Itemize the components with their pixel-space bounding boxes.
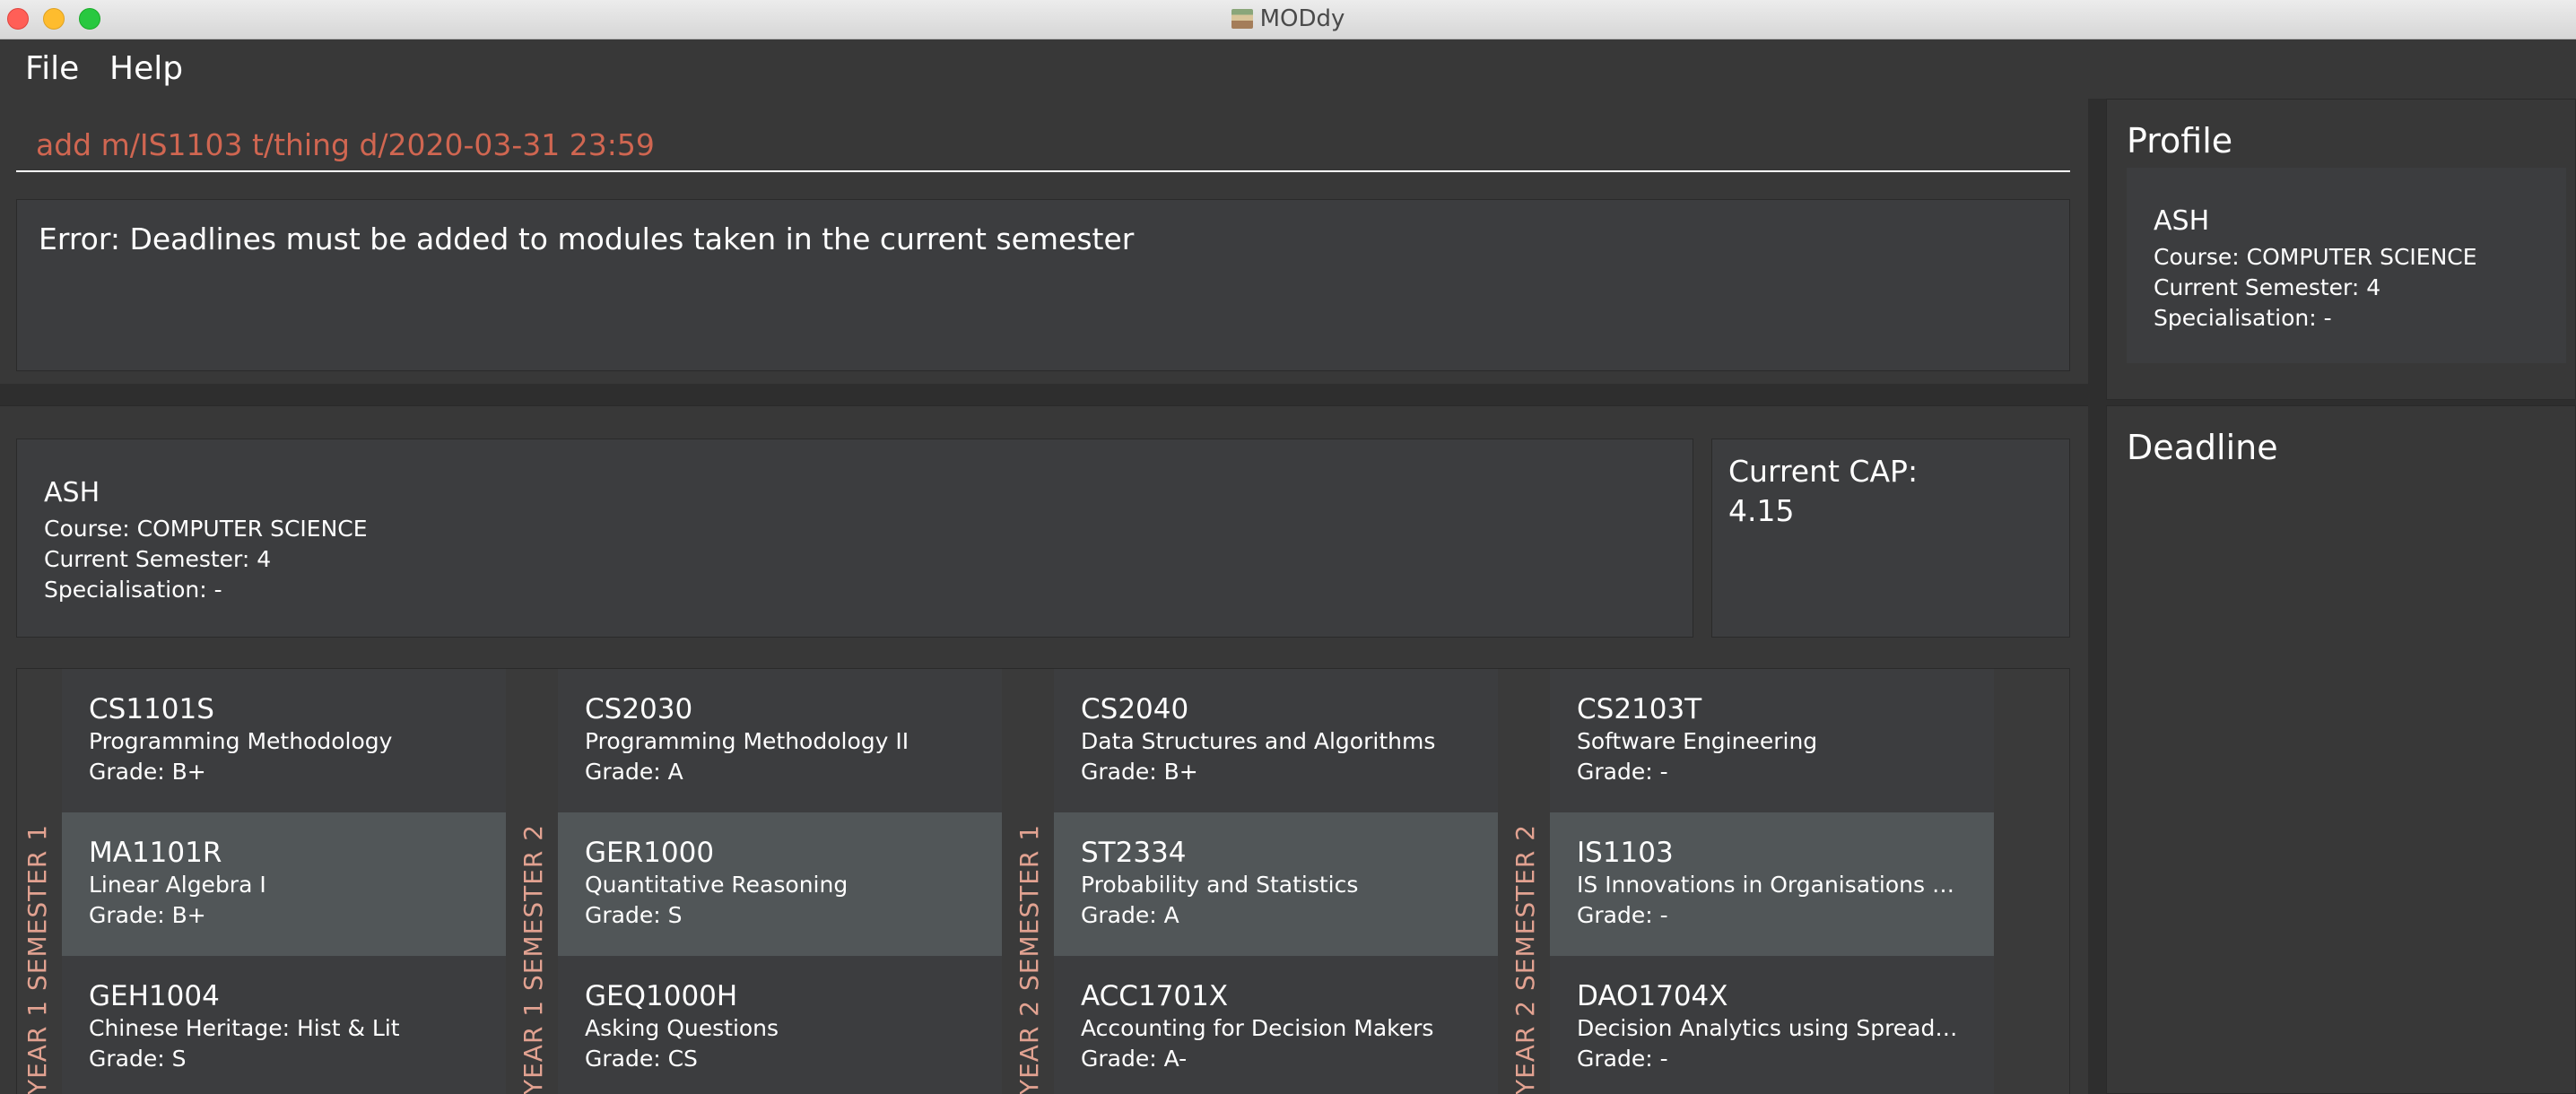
result-message: Error: Deadlines must be added to module…: [16, 199, 2070, 371]
module-title: Quantitative Reasoning: [585, 872, 849, 898]
window-title-text: MODdy: [1259, 5, 1345, 32]
module-code: GEH1004: [89, 980, 220, 1012]
module-grade: Grade: CS: [585, 1046, 698, 1072]
semester-label: YEAR 1 SEMESTER 1: [22, 823, 52, 1094]
module-title: Probability and Statistics: [1081, 872, 1359, 898]
menu-bar: File Help: [0, 39, 2576, 99]
side-profile-card: ASH Course: COMPUTER SCIENCE Current Sem…: [2127, 168, 2566, 363]
module-code: CS2103T: [1577, 693, 1702, 725]
deadline-panel: Deadline: [2106, 405, 2576, 1094]
side-profile-name: ASH: [2154, 205, 2210, 237]
module-code: ST2334: [1081, 837, 1187, 869]
module-grade: Grade: B+: [89, 759, 206, 785]
module-card[interactable]: CS2103T Software Engineering Grade: -: [1550, 669, 1994, 812]
profile-course: Course: COMPUTER SCIENCE: [44, 516, 368, 542]
menu-help[interactable]: Help: [109, 50, 183, 87]
module-title: Programming Methodology: [89, 728, 393, 754]
module-grade: Grade: A: [1081, 902, 1179, 928]
module-card[interactable]: ACC1701X Accounting for Decision Makers …: [1054, 956, 1498, 1094]
module-code: GEQ1000H: [585, 980, 738, 1012]
semester-column: YEAR 2 SEMESTER 2 CS2103T Software Engin…: [1505, 669, 2001, 1094]
module-code: MA1101R: [89, 837, 222, 869]
side-profile-specialisation: Specialisation: -: [2154, 305, 2332, 331]
app-books-icon: [1231, 9, 1253, 29]
module-title: Data Structures and Algorithms: [1081, 728, 1436, 754]
module-code: GER1000: [585, 837, 715, 869]
divider: [0, 384, 2088, 405]
side-profile-course: Course: COMPUTER SCIENCE: [2154, 244, 2477, 270]
module-code: ACC1701X: [1081, 980, 1229, 1012]
module-title: Decision Analytics using Spreadsheets: [1577, 1015, 1967, 1041]
window-title-bar: MODdy: [0, 0, 2576, 39]
module-grade: Grade: S: [585, 902, 683, 928]
module-card[interactable]: CS2030 Programming Methodology II Grade:…: [558, 669, 1002, 812]
module-card[interactable]: CS1101S Programming Methodology Grade: B…: [62, 669, 506, 812]
semester-column: YEAR 1 SEMESTER 1 CS1101S Programming Me…: [17, 669, 513, 1094]
semester-module-grid[interactable]: YEAR 1 SEMESTER 1 CS1101S Programming Me…: [16, 668, 2070, 1094]
module-card[interactable]: ST2334 Probability and Statistics Grade:…: [1054, 812, 1498, 956]
module-title: Software Engineering: [1577, 728, 1818, 754]
module-code: CS2040: [1081, 693, 1189, 725]
module-card[interactable]: MA1101R Linear Algebra I Grade: B+: [62, 812, 506, 956]
module-grade: Grade: B+: [89, 902, 206, 928]
cap-label: Current CAP:: [1728, 454, 1919, 489]
side-profile-panel: Profile ASH Course: COMPUTER SCIENCE Cur…: [2106, 99, 2576, 400]
module-code: CS1101S: [89, 693, 214, 725]
module-grade: Grade: B+: [1081, 759, 1198, 785]
semester-label: YEAR 2 SEMESTER 1: [1014, 823, 1044, 1094]
main-panel: ASH Course: COMPUTER SCIENCE Current Sem…: [0, 405, 2088, 1094]
semester-label: YEAR 1 SEMESTER 2: [518, 823, 548, 1094]
module-title: Accounting for Decision Makers: [1081, 1015, 1434, 1041]
menu-file[interactable]: File: [25, 50, 79, 87]
module-card[interactable]: GEH1004 Chinese Heritage: Hist & Lit Gra…: [62, 956, 506, 1094]
module-code: IS1103: [1577, 837, 1674, 869]
module-title: Programming Methodology II: [585, 728, 909, 754]
cap-card: Current CAP: 4.15: [1711, 438, 2070, 638]
profile-specialisation: Specialisation: -: [44, 577, 222, 603]
module-title: Linear Algebra I: [89, 872, 266, 898]
module-title: Chinese Heritage: Hist & Lit: [89, 1015, 400, 1041]
module-card[interactable]: CS2040 Data Structures and Algorithms Gr…: [1054, 669, 1498, 812]
side-profile-semester: Current Semester: 4: [2154, 274, 2381, 300]
command-input[interactable]: [16, 118, 2070, 172]
semester-column: YEAR 2 SEMESTER 1 CS2040 Data Structures…: [1009, 669, 1505, 1094]
profile-semester: Current Semester: 4: [44, 546, 272, 572]
module-code: CS2030: [585, 693, 693, 725]
module-card[interactable]: DAO1704X Decision Analytics using Spread…: [1550, 956, 1994, 1094]
module-grade: Grade: S: [89, 1046, 187, 1072]
semester-column: YEAR 1 SEMESTER 2 CS2030 Programming Met…: [513, 669, 1009, 1094]
module-title: Asking Questions: [585, 1015, 779, 1041]
module-card[interactable]: GER1000 Quantitative Reasoning Grade: S: [558, 812, 1002, 956]
profile-card: ASH Course: COMPUTER SCIENCE Current Sem…: [16, 438, 1693, 638]
command-box-pane: [0, 99, 2088, 185]
result-display-pane: Error: Deadlines must be added to module…: [0, 185, 2088, 384]
window-title: MODdy: [0, 5, 2576, 32]
side-profile-title: Profile: [2127, 121, 2233, 161]
cap-value: 4.15: [1728, 493, 1795, 528]
module-code: DAO1704X: [1577, 980, 1728, 1012]
semester-label: YEAR 2 SEMESTER 2: [1510, 823, 1540, 1094]
deadline-title: Deadline: [2127, 428, 2278, 467]
module-grade: Grade: -: [1577, 1046, 1668, 1072]
module-card[interactable]: IS1103 IS Innovations in Organisations a…: [1550, 812, 1994, 956]
module-card[interactable]: GEQ1000H Asking Questions Grade: CS: [558, 956, 1002, 1094]
profile-name: ASH: [44, 477, 100, 508]
module-grade: Grade: -: [1577, 902, 1668, 928]
module-grade: Grade: A: [585, 759, 683, 785]
module-grade: Grade: A-: [1081, 1046, 1188, 1072]
module-grade: Grade: -: [1577, 759, 1668, 785]
module-title: IS Innovations in Organisations and Soc.…: [1577, 872, 1967, 898]
